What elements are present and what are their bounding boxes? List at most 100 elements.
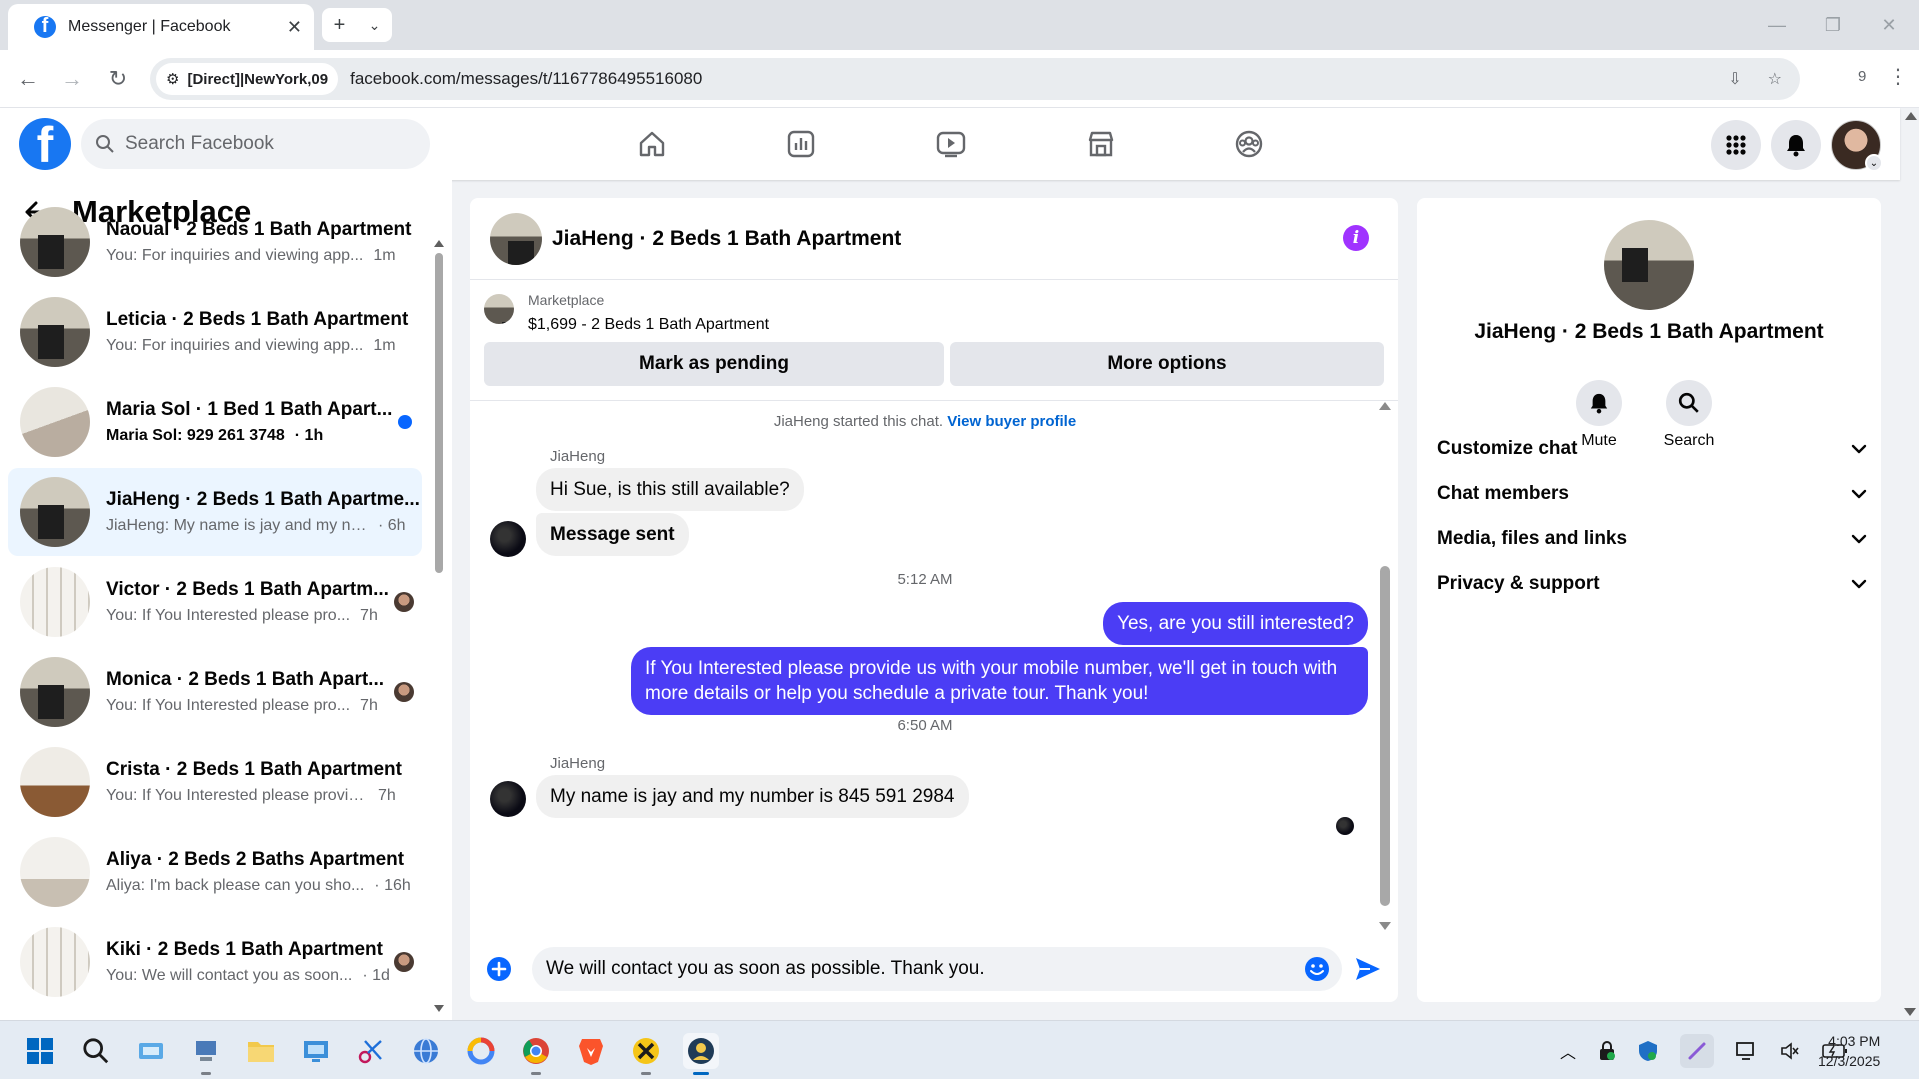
emoji-icon[interactable] [1304, 956, 1330, 982]
remote-desktop-icon[interactable] [298, 1033, 334, 1069]
new-tab-icon[interactable]: + [334, 14, 346, 37]
conversation-item[interactable]: Kiki · 2 Beds 1 Bath Apartment You: We wi… [8, 918, 422, 1006]
bookmark-star-icon[interactable]: ☆ [1768, 69, 1782, 89]
info-section-row[interactable]: Chat members [1437, 471, 1867, 517]
install-app-icon[interactable]: ⇩ [1728, 69, 1741, 89]
pen-app-icon[interactable] [1680, 1034, 1715, 1068]
restore-icon[interactable]: ❐ [1805, 0, 1861, 50]
info-section-row[interactable]: Media, files and links [1437, 516, 1867, 562]
sidebar-scrollbar[interactable] [434, 240, 444, 1012]
tab-close-icon[interactable]: ✕ [287, 17, 302, 38]
snipping-tool-icon[interactable] [353, 1033, 389, 1069]
site-info-chip[interactable]: ⚙ [Direct]|NewYork,09 [156, 63, 339, 95]
page-scrollbar[interactable] [1902, 108, 1919, 1020]
address-bar[interactable]: ⚙ [Direct]|NewYork,09 facebook.com/messa… [150, 58, 1800, 100]
video-icon[interactable] [929, 122, 973, 166]
browser-menu-icon[interactable]: ⋮ [1888, 64, 1908, 89]
minimize-icon[interactable]: — [1749, 0, 1805, 50]
chat-header: JiaHeng · 2 Beds 1 Bath Apartment [470, 198, 1398, 280]
folder-icon[interactable] [243, 1033, 279, 1069]
info-section-label: Chat members [1437, 483, 1569, 504]
chat-header-thumbnail[interactable] [490, 212, 542, 265]
google-app-icon[interactable] [463, 1033, 499, 1069]
facebook-logo-icon[interactable]: f [19, 118, 71, 170]
conversation-thumbnail [20, 567, 90, 637]
url-text[interactable]: facebook.com/messages/t/1167786495516080 [350, 69, 702, 89]
account-chevron-icon[interactable]: ⌄ [1865, 154, 1883, 172]
brave-browser-icon[interactable] [573, 1033, 609, 1069]
conversation-time: · 1h [294, 427, 324, 444]
send-icon[interactable] [1354, 956, 1382, 982]
forward-icon[interactable]: → [52, 50, 92, 108]
listing-photo[interactable] [1604, 220, 1694, 310]
chat-scrollbar[interactable] [1378, 402, 1392, 930]
conversation-preview: You: If You Interested please pro... [106, 607, 351, 624]
file-manager-app-icon[interactable] [133, 1033, 169, 1069]
back-icon[interactable]: ← [8, 50, 48, 108]
conversation-item[interactable]: Aliya · 2 Beds 2 Baths Apartment Aliya: I… [8, 828, 422, 916]
chevron-down-icon [1851, 444, 1867, 454]
defender-shield-icon[interactable] [1638, 1040, 1658, 1062]
listing-marketplace-label: Marketplace [528, 292, 605, 308]
incoming-message[interactable]: My name is jay and my number is 845 591 … [536, 775, 969, 818]
view-buyer-profile-link[interactable]: View buyer profile [947, 413, 1076, 430]
conversation-item[interactable]: Victor · 2 Beds 1 Bath Apartm... You: If … [8, 558, 422, 646]
start-windows-icon[interactable] [22, 1033, 58, 1069]
groups-icon[interactable] [1227, 122, 1271, 166]
conversation-item[interactable]: Crista · 2 Beds 1 Bath Apartment You: If … [8, 738, 422, 826]
marketplace-icon[interactable] [1079, 122, 1123, 166]
marketplace-message-card[interactable]: Message sent [536, 513, 689, 556]
conversation-title: Aliya · 2 Beds 2 Baths Apartment [106, 849, 405, 870]
tab-search-chevron-icon[interactable]: ⌄ [369, 17, 381, 34]
listing-title[interactable]: $1,699 - 2 Beds 1 Bath Apartment [528, 316, 769, 334]
conversation-item[interactable]: Naoual · 2 Beds 1 Bath Apartment You: For… [8, 198, 422, 286]
outgoing-message[interactable]: Yes, are you still interested? [1103, 602, 1368, 645]
profile-browser-icon[interactable] [683, 1033, 719, 1075]
security-lock-icon[interactable] [1598, 1041, 1616, 1061]
tray-overflow-chevron-icon[interactable]: ︿ [1560, 1039, 1576, 1063]
vpn-app-icon[interactable] [628, 1033, 664, 1075]
sender-avatar[interactable] [490, 781, 526, 817]
incoming-message[interactable]: Hi Sue, is this still available? [536, 468, 804, 511]
conversation-item[interactable]: Maria Sol · 1 Bed 1 Bath Apart... Maria S… [8, 378, 422, 466]
globe-browser-icon[interactable] [408, 1033, 444, 1069]
info-section-row[interactable]: Privacy & support [1437, 561, 1867, 607]
add-attachment-icon[interactable] [486, 956, 512, 982]
window-close-icon[interactable]: ✕ [1861, 0, 1917, 50]
outgoing-message[interactable]: If You Interested please provide us with… [631, 647, 1368, 715]
volume-muted-icon[interactable] [1780, 1041, 1800, 1061]
taskbar-search-icon[interactable] [78, 1033, 114, 1069]
conversation-item[interactable]: JiaHeng · 2 Beds 1 Bath Apartme... JiaHen… [8, 468, 422, 556]
conversation-item[interactable]: Leticia · 2 Beds 1 Bath Apartment You: Fo… [8, 288, 422, 376]
conversation-preview: JiaHeng: My name is jay and my nu... [106, 517, 368, 534]
display-network-icon[interactable] [1736, 1041, 1758, 1061]
reload-icon[interactable]: ↻ [98, 50, 138, 108]
taskbar-clock[interactable]: 4:03 PM 12/3/2025 [1818, 1031, 1880, 1071]
network-app-icon[interactable] [188, 1033, 224, 1075]
more-options-button[interactable]: More options [950, 342, 1384, 386]
conversation-preview: You: If You Interested please provid... [106, 787, 368, 804]
dashboard-icon[interactable] [779, 122, 823, 166]
message-input[interactable]: We will contact you as soon as possible.… [532, 947, 1342, 991]
info-title: JiaHeng · 2 Beds 1 Bath Apartment [1474, 320, 1824, 343]
mark-as-pending-button[interactable]: Mark as pending [484, 342, 944, 386]
notifications-bell-icon[interactable] [1771, 120, 1821, 170]
seen-avatar-icon [394, 592, 414, 612]
menu-grid-icon[interactable] [1711, 120, 1761, 170]
sender-avatar[interactable] [490, 521, 526, 557]
info-section-row[interactable]: Customize chat [1437, 426, 1867, 472]
conversation-title: Maria Sol · 1 Bed 1 Bath Apart... [106, 399, 393, 420]
info-icon[interactable]: i [1343, 225, 1369, 251]
chrome-icon[interactable] [518, 1033, 554, 1075]
seen-avatar-icon [394, 952, 414, 972]
home-icon[interactable] [630, 122, 674, 166]
windows-taskbar: ︿ 4:03 PM 12/3/2025 [0, 1020, 1919, 1079]
tab-title: Messenger | Facebook [68, 18, 231, 35]
conversation-item[interactable]: Monica · 2 Beds 1 Bath Apart... You: If Y… [8, 648, 422, 736]
listing-thumbnail[interactable] [484, 294, 514, 324]
conversation-preview: You: We will contact you as soon... [106, 967, 353, 984]
browser-tab[interactable]: f Messenger | Facebook ✕ [8, 4, 314, 50]
facebook-search-input[interactable]: Search Facebook [81, 119, 430, 169]
chat-title[interactable]: JiaHeng · 2 Beds 1 Bath Apartment [552, 227, 901, 251]
extension-badge[interactable]: 9 [1858, 68, 1866, 85]
